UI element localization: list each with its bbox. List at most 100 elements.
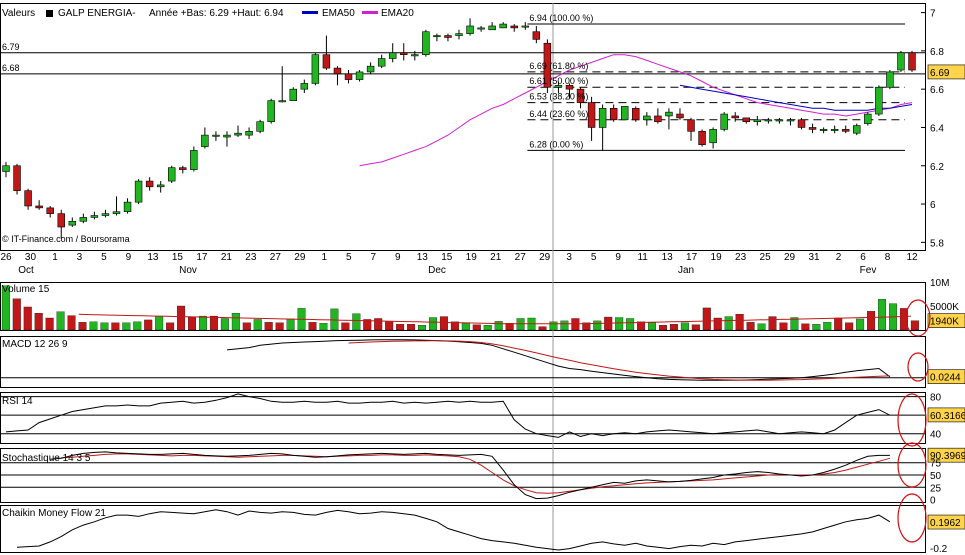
volume-bar-67 xyxy=(735,314,744,331)
date-tick-label-32: 29 xyxy=(784,252,796,263)
candle-body-4 xyxy=(46,207,54,214)
candle-body-38 xyxy=(422,31,430,55)
volume-bar-40 xyxy=(439,316,448,331)
candle-body-16 xyxy=(179,167,187,170)
volume-bar-39 xyxy=(428,317,437,331)
volume-bar-15 xyxy=(166,322,175,331)
candle-body-29 xyxy=(322,54,331,69)
volume-bar-12 xyxy=(133,321,142,331)
volume-bar-29 xyxy=(319,323,328,331)
candle-body-19 xyxy=(212,134,220,137)
resistance-label-1: 6.68 xyxy=(2,63,20,73)
volume-bar-63 xyxy=(691,324,700,331)
candle-body-74 xyxy=(819,129,828,131)
volume-bar-70 xyxy=(768,316,777,331)
date-tick-label-23: 3 xyxy=(566,252,572,263)
macd-last-value: 0.0244 xyxy=(930,373,961,384)
volume-bar-57 xyxy=(626,318,635,331)
candle-body-30 xyxy=(333,67,342,75)
date-tick-label-21: 27 xyxy=(515,252,527,263)
chaikin-panel-title: Chaikin Money Flow 21 xyxy=(2,508,106,519)
candle-body-53 xyxy=(587,102,596,128)
panel-frame-5 xyxy=(0,505,926,553)
date-tick-label-15: 7 xyxy=(371,252,377,263)
candle-body-46 xyxy=(510,25,518,29)
date-tick-label-33: 31 xyxy=(808,252,820,263)
candle-body-71 xyxy=(786,119,795,122)
chaikin-tick-label-0: -0.2 xyxy=(930,544,948,555)
date-tick-label-3: 3 xyxy=(77,252,83,263)
candle-body-13 xyxy=(145,180,154,188)
candle-body-67 xyxy=(742,117,750,123)
stochastic-panel-title: Stochastique 14 3 5 xyxy=(2,453,91,464)
candle-body-23 xyxy=(256,121,264,132)
candle-body-24 xyxy=(267,100,275,123)
volume-bar-78 xyxy=(856,318,865,331)
volume-bar-54 xyxy=(593,320,602,331)
candle-body-33 xyxy=(366,65,375,73)
price-tick-label-3: 6.4 xyxy=(930,123,944,134)
date-tick-label-29: 19 xyxy=(711,252,723,263)
candle-body-2 xyxy=(24,190,32,207)
month-label-1: Nov xyxy=(179,265,197,276)
date-tick-label-0: 26 xyxy=(0,252,12,263)
candle-body-66 xyxy=(731,115,739,119)
candle-body-14 xyxy=(156,184,165,188)
candle-body-69 xyxy=(764,119,773,122)
candle-body-55 xyxy=(609,108,618,121)
volume-bar-34 xyxy=(374,318,383,331)
date-tick-label-19: 19 xyxy=(466,252,478,263)
volume-bar-73 xyxy=(801,323,810,331)
candle-body-42 xyxy=(466,25,474,34)
volume-bar-64 xyxy=(702,307,711,331)
candle-body-56 xyxy=(621,106,629,121)
chaikin-last-value: 0.1962 xyxy=(930,518,961,529)
volume-bar-74 xyxy=(812,324,821,331)
candle-body-45 xyxy=(499,23,507,29)
date-tick-label-4: 5 xyxy=(101,252,107,263)
volume-bar-80 xyxy=(878,299,887,331)
date-tick-label-8: 17 xyxy=(196,252,208,263)
date-tick-label-31: 25 xyxy=(760,252,772,263)
candle-body-36 xyxy=(400,52,408,55)
volume-tick-label-0: 10M xyxy=(930,278,949,289)
candle-body-5 xyxy=(57,213,65,228)
date-tick-label-30: 23 xyxy=(735,252,747,263)
date-tick-label-34: 2 xyxy=(836,252,842,263)
volume-bar-56 xyxy=(615,317,624,331)
date-tick-label-25: 9 xyxy=(615,252,621,263)
candle-body-25 xyxy=(278,100,286,103)
volume-bar-16 xyxy=(177,305,186,331)
fibonacci-label-4: 6.44 (23.60 %) xyxy=(529,109,588,119)
volume-bar-14 xyxy=(155,315,164,331)
candle-body-22 xyxy=(245,130,253,136)
volume-bar-49 xyxy=(538,326,547,331)
volume-bar-2 xyxy=(23,306,32,331)
rsi-tick-label-0: 80 xyxy=(930,393,942,404)
panel-frame-3 xyxy=(0,392,926,444)
candle-body-60 xyxy=(665,111,673,117)
chart-stage: 7 6.8 6.6 6.4 6.2 6 5.8 6.79 6.68 6.94 (100.00 %)… xyxy=(0,0,965,555)
chaikin-line xyxy=(16,509,891,551)
candle-body-61 xyxy=(676,113,684,119)
candle-body-59 xyxy=(654,115,662,123)
candle-body-77 xyxy=(853,125,861,134)
volume-bar-31 xyxy=(341,322,350,331)
price-last-value: 6.69 xyxy=(930,68,950,79)
date-tick-label-20: 21 xyxy=(490,252,502,263)
volume-bar-69 xyxy=(757,323,766,331)
volume-bar-51 xyxy=(560,320,569,331)
volume-bar-38 xyxy=(418,325,427,331)
stock-chart[interactable]: 7 6.8 6.6 6.4 6.2 6 5.8 6.79 6.68 6.94 (100.00 %)… xyxy=(0,0,965,555)
volume-bar-13 xyxy=(144,319,153,331)
candle-body-11 xyxy=(123,201,132,213)
candle-body-62 xyxy=(687,119,695,132)
volume-bar-76 xyxy=(834,317,843,331)
candle-body-81 xyxy=(897,52,905,71)
date-tick-label-22: 29 xyxy=(539,252,551,263)
volume-bar-50 xyxy=(549,321,558,331)
date-tick-label-27: 13 xyxy=(662,252,674,263)
date-tick-label-10: 23 xyxy=(245,252,257,263)
volume-bar-26 xyxy=(286,318,295,331)
volume-bar-8 xyxy=(89,321,98,331)
